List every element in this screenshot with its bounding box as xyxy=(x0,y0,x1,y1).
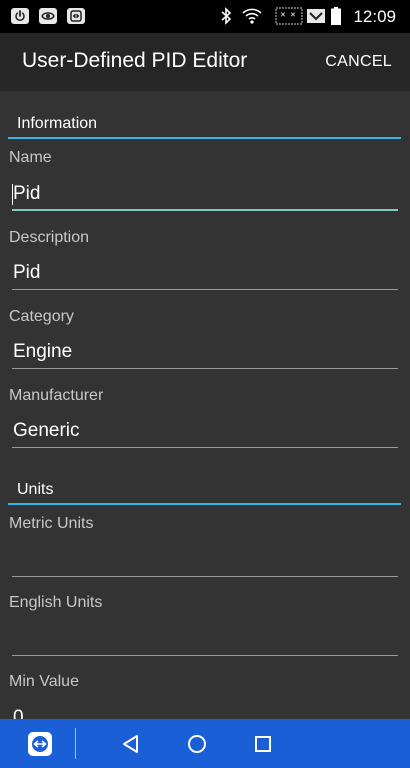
min-value-field[interactable]: 0 xyxy=(12,701,398,719)
network-icon: ✕ ✕ xyxy=(274,7,304,25)
category-value: Engine xyxy=(13,341,73,362)
min-value-value: 0 xyxy=(13,707,24,719)
manufacturer-value: Generic xyxy=(13,420,80,441)
signal-icon xyxy=(306,7,326,25)
page-title: User-Defined PID Editor xyxy=(22,49,248,72)
min-value-label: Min Value xyxy=(9,673,79,690)
app-bar: User-Defined PID Editor CANCEL xyxy=(0,33,410,91)
cancel-button[interactable]: CANCEL xyxy=(325,53,392,71)
navigation-bar xyxy=(0,719,410,768)
metric-units-label: Metric Units xyxy=(9,515,94,532)
remote-screen-icon xyxy=(66,7,86,25)
nav-divider xyxy=(75,728,76,759)
eye-icon xyxy=(38,7,58,25)
name-field[interactable]: Pid xyxy=(12,177,398,211)
wifi-icon xyxy=(242,7,262,25)
description-value: Pid xyxy=(13,262,41,283)
section-title: Information xyxy=(17,115,98,132)
english-units-label: English Units xyxy=(9,594,103,611)
metric-units-field[interactable] xyxy=(12,543,398,577)
pid-editor-form[interactable]: Information Name Pid Description Pid Cat… xyxy=(0,91,410,719)
name-value: Pid xyxy=(13,183,41,204)
svg-text:✕: ✕ xyxy=(280,11,286,19)
section-header-information: Information xyxy=(8,115,401,139)
back-icon[interactable] xyxy=(116,719,146,768)
manufacturer-field[interactable]: Generic xyxy=(12,414,398,448)
home-icon[interactable] xyxy=(182,719,212,768)
category-label: Category xyxy=(9,308,74,325)
app-switch-icon[interactable] xyxy=(20,719,60,768)
category-field[interactable]: Engine xyxy=(12,335,398,369)
description-label: Description xyxy=(9,229,90,246)
name-label: Name xyxy=(9,149,52,166)
recents-icon[interactable] xyxy=(248,719,278,768)
battery-icon xyxy=(330,7,342,25)
section-header-units: Units xyxy=(8,481,401,505)
description-field[interactable]: Pid xyxy=(12,256,398,290)
status-time: 12:09 xyxy=(353,7,396,26)
section-title: Units xyxy=(17,481,54,498)
bluetooth-icon xyxy=(216,7,236,25)
manufacturer-label: Manufacturer xyxy=(9,387,104,404)
status-bar: ✕ ✕ 12:09 xyxy=(0,0,410,33)
power-icon xyxy=(10,7,30,25)
english-units-field[interactable] xyxy=(12,622,398,656)
svg-text:✕: ✕ xyxy=(290,11,296,19)
